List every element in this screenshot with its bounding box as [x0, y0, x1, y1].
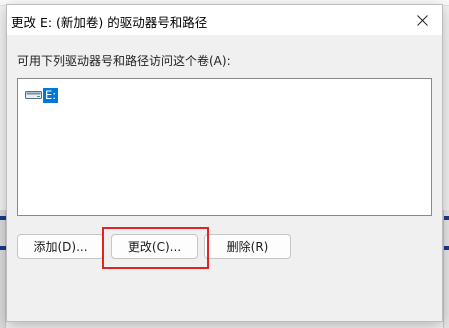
delete-button[interactable]: 删除(R)	[204, 234, 291, 259]
background-window-right-edge	[443, 210, 449, 328]
change-drive-letter-dialog: 更改 E: (新加卷) 的驱动器号和路径 可用下列驱动器号和路径访问这个卷(A)…	[6, 4, 443, 322]
list-item[interactable]: E:	[24, 87, 59, 103]
list-label: 可用下列驱动器号和路径访问这个卷(A):	[17, 54, 231, 68]
close-icon	[416, 14, 428, 26]
change-button[interactable]: 更改(C)...	[111, 234, 198, 259]
background-bar	[444, 216, 449, 220]
add-button[interactable]: 添加(D)...	[17, 234, 104, 259]
drive-icon	[24, 87, 42, 103]
drive-path-listbox[interactable]: E:	[17, 78, 432, 216]
background-bar	[444, 246, 449, 250]
close-button[interactable]	[402, 5, 442, 35]
screen: 更改 E: (新加卷) 的驱动器号和路径 可用下列驱动器号和路径访问这个卷(A)…	[0, 0, 449, 328]
dialog-titlebar: 更改 E: (新加卷) 的驱动器号和路径	[7, 5, 442, 35]
dialog-title: 更改 E: (新加卷) 的驱动器号和路径	[11, 15, 208, 30]
list-item-label: E:	[43, 87, 59, 103]
